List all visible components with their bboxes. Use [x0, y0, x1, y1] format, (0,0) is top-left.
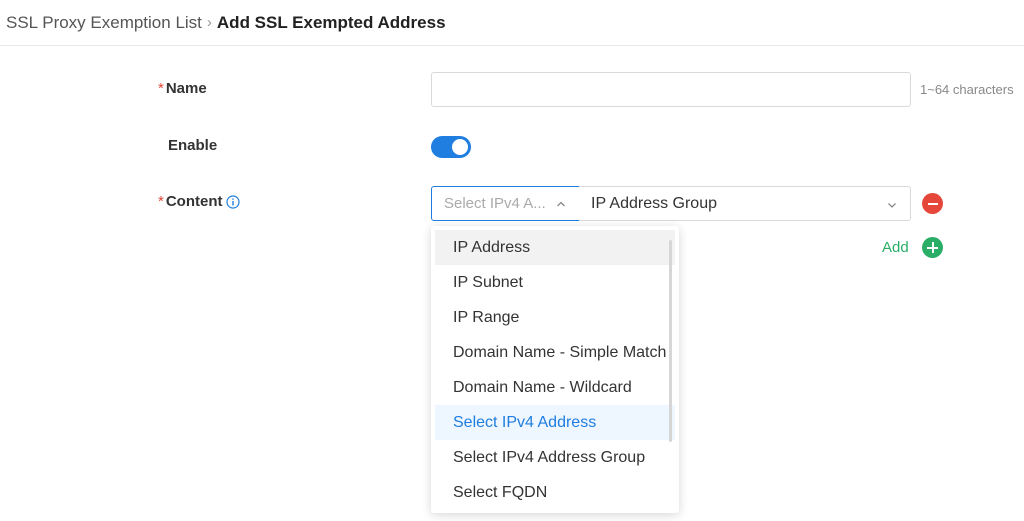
- dropdown-scrollbar[interactable]: [669, 240, 672, 442]
- dropdown-option[interactable]: Domain Name - Simple Match: [435, 335, 675, 370]
- add-content-link[interactable]: Add: [882, 239, 909, 256]
- breadcrumb-parent-link[interactable]: SSL Proxy Exemption List: [6, 13, 202, 33]
- minus-icon: [927, 202, 938, 205]
- content-label-text: Content: [165, 193, 223, 210]
- enable-label-text: Enable: [168, 137, 218, 154]
- info-icon[interactable]: [225, 194, 240, 209]
- enable-label: Enable: [168, 137, 217, 154]
- dropdown-option[interactable]: Select IPv4 Address Group: [435, 440, 675, 475]
- breadcrumb: SSL Proxy Exemption List › Add SSL Exemp…: [0, 0, 1024, 46]
- content-type-placeholder: Select IPv4 A...: [444, 195, 546, 212]
- remove-content-button[interactable]: [922, 193, 943, 214]
- name-label-text: Name: [165, 80, 207, 97]
- chevron-down-icon: [886, 199, 898, 211]
- required-mark: *: [158, 80, 164, 97]
- dropdown-option[interactable]: Domain Name - Wildcard: [435, 370, 675, 405]
- dropdown-option[interactable]: Select IPv4 Address: [435, 405, 675, 440]
- dropdown-option[interactable]: IP Range: [435, 300, 675, 335]
- content-label: * Content: [158, 193, 240, 210]
- dropdown-option[interactable]: IP Address: [435, 230, 675, 265]
- add-content-button[interactable]: [922, 237, 943, 258]
- name-hint: 1~64 characters: [920, 82, 1014, 97]
- content-value-text: IP Address Group: [591, 194, 717, 212]
- dropdown-list: IP Address IP Subnet IP Range Domain Name -…: [431, 230, 679, 510]
- content-value-select[interactable]: IP Address Group: [579, 186, 911, 221]
- required-mark: *: [158, 193, 164, 210]
- content-type-dropdown: IP Address IP Subnet IP Range Domain Name -…: [431, 226, 679, 513]
- toggle-knob: [452, 139, 468, 155]
- dropdown-option[interactable]: IP Subnet: [435, 265, 675, 300]
- name-input[interactable]: [431, 72, 911, 107]
- page-title: Add SSL Exempted Address: [216, 12, 446, 32]
- name-label: * Name: [158, 80, 207, 97]
- content-type-select[interactable]: Select IPv4 A...: [431, 186, 580, 221]
- chevron-up-icon: [555, 198, 567, 210]
- dropdown-option[interactable]: Select FQDN: [435, 475, 675, 510]
- breadcrumb-separator: ›: [206, 14, 212, 31]
- enable-toggle[interactable]: [431, 136, 471, 158]
